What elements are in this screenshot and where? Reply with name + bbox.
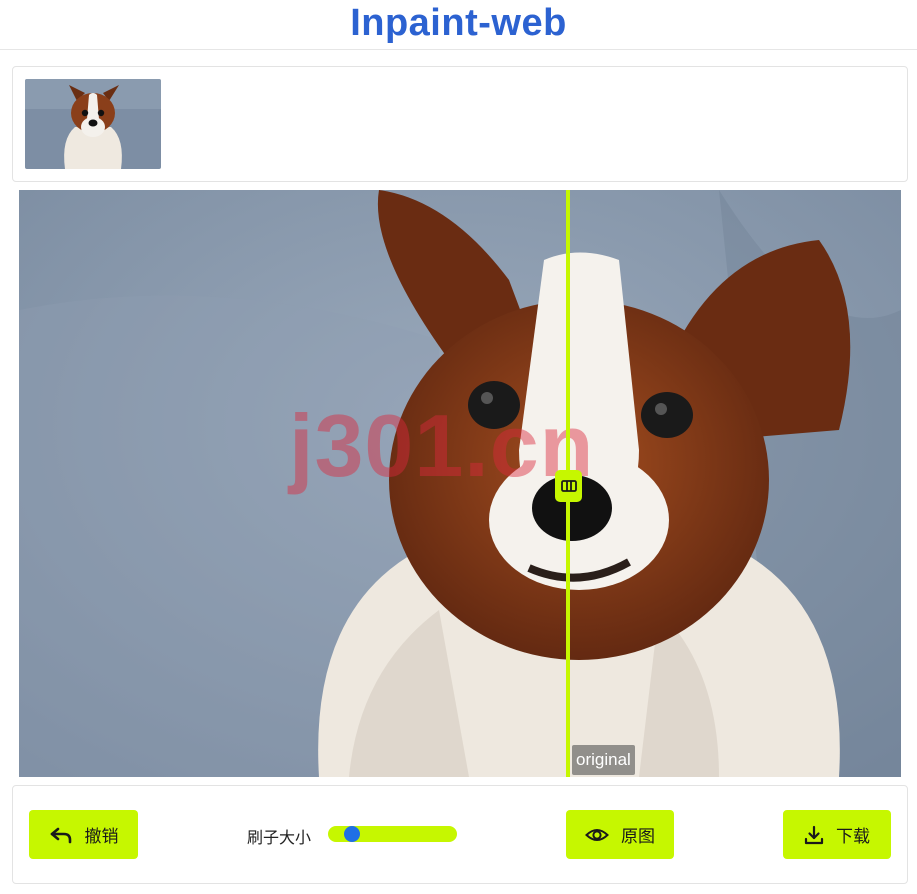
download-button[interactable]: 下载 [783,810,891,859]
original-label: original [572,745,635,775]
app-title: Inpaint-web [350,2,567,44]
app-header: Inpaint-web [0,0,917,50]
undo-icon [50,827,71,843]
download-icon [804,825,824,844]
thumbnail-gallery [12,66,908,182]
brush-size-knob[interactable] [344,826,360,842]
show-original-button[interactable]: 原图 [566,810,674,859]
bottom-toolbar: 撤销 刷子大小 原图 下载 [12,785,908,884]
columns-icon [560,480,577,492]
image-thumbnail[interactable] [25,79,161,169]
undo-label: 撤销 [84,827,119,846]
thumbnail-image [25,79,161,169]
original-button-label: 原图 [621,827,655,846]
undo-button[interactable]: 撤销 [29,810,138,859]
watermark-text: j301.cn [289,396,595,495]
brush-size-label: 刷子大小 [247,830,312,847]
eye-icon [585,828,609,841]
compare-slider-handle[interactable] [555,470,582,502]
download-label: 下载 [836,827,870,846]
image-editor-canvas[interactable]: j301.cn original [19,190,901,777]
brush-size-slider[interactable] [328,826,457,842]
